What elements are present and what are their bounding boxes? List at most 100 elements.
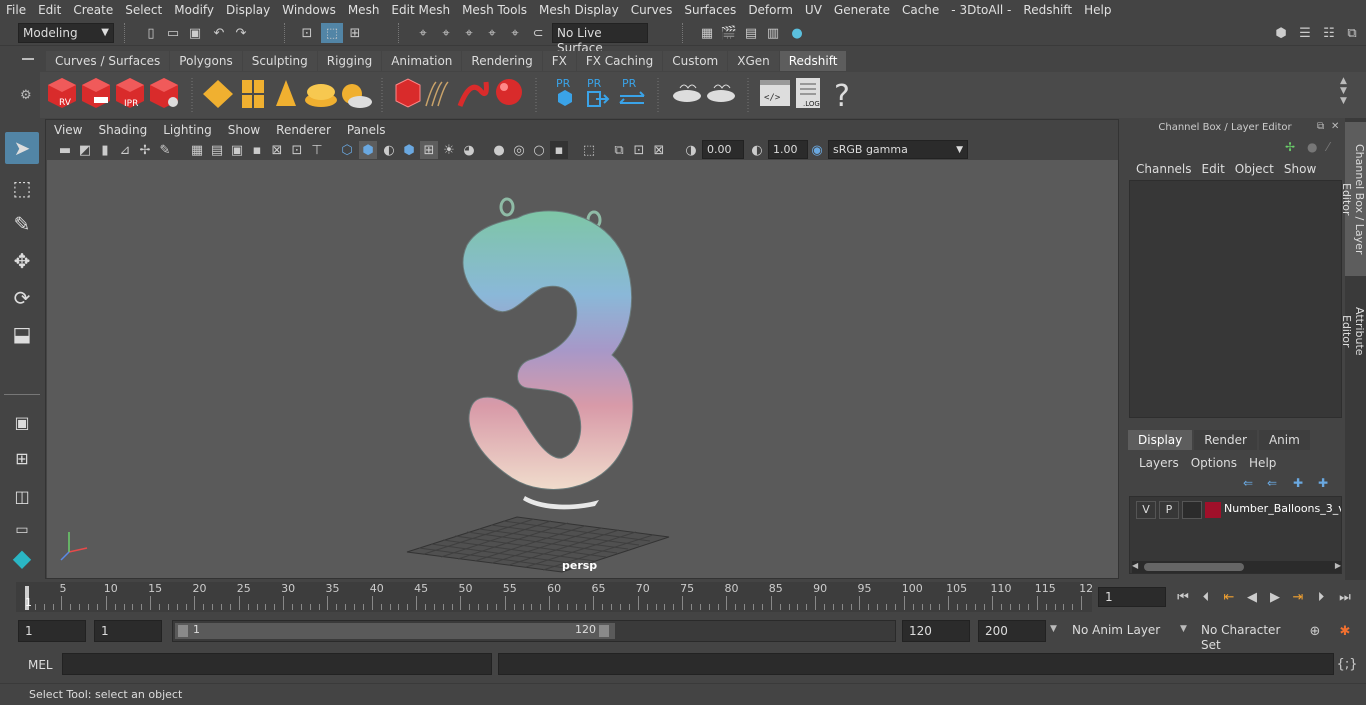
- layer-color-swatch[interactable]: [1205, 502, 1221, 518]
- menu-curves[interactable]: Curves: [625, 3, 679, 17]
- rs-sphere-icon[interactable]: [496, 79, 522, 105]
- shelf-tab-fx[interactable]: FX: [542, 51, 576, 71]
- command-input[interactable]: [62, 653, 492, 675]
- shelf-tab-polygons[interactable]: Polygons: [170, 51, 242, 71]
- screen-space-ao-icon[interactable]: ◕: [460, 141, 478, 159]
- shelf-tab-redshift[interactable]: Redshift: [779, 51, 847, 71]
- scene-start-field[interactable]: 1: [18, 620, 86, 642]
- menu-help[interactable]: Help: [1078, 3, 1117, 17]
- playback-start-field[interactable]: 1: [94, 620, 162, 642]
- color-management-icon[interactable]: ◉: [808, 141, 826, 159]
- depth-of-field-icon[interactable]: ○: [530, 141, 548, 159]
- use-all-lights-icon[interactable]: ⊞: [420, 141, 438, 159]
- rs-sun-sky-icon[interactable]: [342, 84, 372, 108]
- rs-proxy-icon[interactable]: [395, 78, 421, 108]
- channel-box-menu-show[interactable]: Show: [1279, 162, 1321, 176]
- shelf-tab-fx-caching[interactable]: FX Caching: [576, 51, 663, 71]
- rs-portal-light-icon[interactable]: [242, 80, 264, 108]
- menu-deform[interactable]: Deform: [742, 3, 799, 17]
- resolution-gate-icon[interactable]: ▣: [228, 141, 246, 159]
- chevron-down-icon[interactable]: ▼: [1050, 624, 1057, 634]
- go-to-end-icon[interactable]: ⏭: [1336, 588, 1354, 606]
- hyper-icon[interactable]: ⁄: [1327, 140, 1329, 154]
- scene-end-field[interactable]: 200: [978, 620, 1046, 642]
- render-view-icon[interactable]: ▦: [698, 24, 716, 42]
- menu-file[interactable]: File: [0, 3, 32, 17]
- rs-area-light-icon[interactable]: [203, 80, 233, 108]
- mode-selector[interactable]: Modeling ▼: [18, 23, 114, 43]
- snap-surface-icon[interactable]: ⌖: [506, 24, 524, 42]
- time-slider[interactable]: 5 10 15 20 25 30 35 40 45 50 55 60 65 70 75 80 85 90 95 100…: [16, 582, 1093, 612]
- render-frame-icon[interactable]: 🎬: [720, 24, 738, 42]
- render-settings-icon[interactable]: ▥: [764, 24, 782, 42]
- safe-title-icon[interactable]: ⊤: [308, 141, 326, 159]
- playback-end-field[interactable]: 120: [902, 620, 970, 642]
- layer-menu-layers[interactable]: Layers: [1133, 456, 1185, 470]
- rs-bake-settings-icon[interactable]: [707, 84, 735, 102]
- rs-ipr-icon[interactable]: IPR: [116, 78, 144, 109]
- rs-dome-light-icon[interactable]: [305, 84, 337, 107]
- multisample-aa-icon[interactable]: ◎: [510, 141, 528, 159]
- channel-box-menu-object[interactable]: Object: [1230, 162, 1279, 176]
- rs-curve-icon[interactable]: [457, 81, 489, 107]
- motion-blur-icon[interactable]: ●: [490, 141, 508, 159]
- scale-tool-icon[interactable]: ⬓: [5, 318, 39, 350]
- viewport-menu-panels[interactable]: Panels: [339, 123, 394, 137]
- menu-edit[interactable]: Edit: [32, 3, 67, 17]
- 2d-pan-zoom-icon[interactable]: ✢: [136, 141, 154, 159]
- layer-display-type-toggle[interactable]: [1182, 501, 1202, 519]
- chevron-down-icon[interactable]: ▼: [1180, 624, 1187, 634]
- image-plane-icon[interactable]: ⊿: [116, 141, 134, 159]
- select-hierarchy-icon[interactable]: ⊡: [298, 24, 316, 42]
- magnet-icon[interactable]: ⊂: [529, 24, 547, 42]
- undo-icon[interactable]: ↶: [210, 24, 228, 42]
- new-layer-selected-icon[interactable]: ✚: [1318, 476, 1328, 490]
- shelf-tab-rigging[interactable]: Rigging: [317, 51, 382, 71]
- shadows-icon[interactable]: ☀: [440, 141, 458, 159]
- shelf-tab-curves-surfaces[interactable]: Curves / Surfaces: [46, 51, 170, 71]
- menu-create[interactable]: Create: [67, 3, 119, 17]
- tab-channel-box[interactable]: Channel Box / Layer Editor: [1340, 122, 1366, 276]
- play-backwards-icon[interactable]: ◀: [1243, 588, 1261, 606]
- pr-object-icon[interactable]: PR: [556, 77, 572, 106]
- anim-layer-dropdown[interactable]: No Anim Layer: [1066, 620, 1174, 642]
- camera-attributes-icon[interactable]: ◩: [76, 141, 94, 159]
- grid-icon[interactable]: ▦: [188, 141, 206, 159]
- tab-attribute-editor[interactable]: Attribute Editor: [1340, 286, 1366, 376]
- grease-pencil-icon[interactable]: ✎: [156, 141, 174, 159]
- step-back-key-icon[interactable]: ⇤: [1220, 588, 1238, 606]
- smooth-shade-icon[interactable]: ⬢: [359, 141, 377, 159]
- menu-display[interactable]: Display: [220, 3, 276, 17]
- pr-swap-icon[interactable]: PR: [619, 77, 645, 104]
- viewport-menu-renderer[interactable]: Renderer: [268, 123, 339, 137]
- outliner-layout-icon[interactable]: ◫: [5, 480, 39, 512]
- menu-windows[interactable]: Windows: [276, 3, 342, 17]
- menu-3dtoall[interactable]: - 3DtoAll -: [945, 3, 1017, 17]
- safe-action-icon[interactable]: ⊡: [288, 141, 306, 159]
- layer-visibility-toggle[interactable]: V: [1136, 501, 1156, 519]
- bookmark-icon[interactable]: ▮: [96, 141, 114, 159]
- rs-script-icon[interactable]: </>: [760, 80, 790, 106]
- select-object-icon[interactable]: ⬚: [321, 23, 343, 43]
- current-frame-field[interactable]: 1: [1098, 587, 1166, 607]
- textured-icon[interactable]: ⬢: [400, 141, 418, 159]
- pr-export-icon[interactable]: PR: [587, 77, 610, 107]
- tool-settings-toggle-icon[interactable]: ☷: [1320, 24, 1338, 42]
- layer-tab-display[interactable]: Display: [1128, 430, 1193, 450]
- four-view-layout-icon[interactable]: ⊞: [5, 442, 39, 474]
- frame-all-icon[interactable]: ⊠: [650, 141, 668, 159]
- rs-spot-light-icon[interactable]: [276, 80, 296, 106]
- rs-help-icon[interactable]: ?: [834, 79, 850, 114]
- camera-icon[interactable]: ▬: [56, 141, 74, 159]
- move-tool-icon[interactable]: ✥: [5, 245, 39, 277]
- rs-render-sequence-icon[interactable]: [82, 78, 110, 108]
- shelf-tab-xgen[interactable]: XGen: [728, 51, 779, 71]
- film-gate-icon[interactable]: ▤: [208, 141, 226, 159]
- shelf-scroll-arrows[interactable]: ▲ ▼ ▼: [1340, 76, 1347, 106]
- go-to-start-icon[interactable]: ⏮: [1174, 588, 1192, 606]
- new-layer-icon[interactable]: ✚: [1293, 476, 1303, 490]
- redo-icon[interactable]: ↷: [232, 24, 250, 42]
- gate-mask-icon[interactable]: ▪: [248, 141, 266, 159]
- hypershade-icon[interactable]: ●: [788, 24, 806, 42]
- scroll-right-icon[interactable]: ▶: [1335, 561, 1341, 570]
